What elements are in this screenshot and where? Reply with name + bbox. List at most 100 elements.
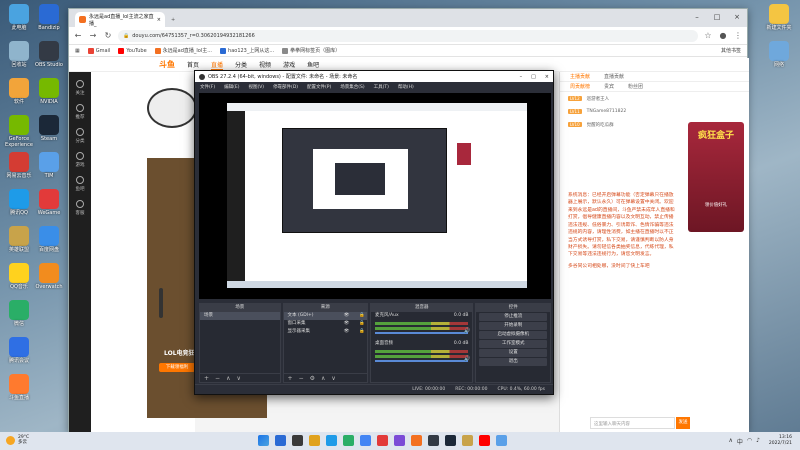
obs-menu-item[interactable]: 工具(T) <box>374 84 389 90</box>
control-button[interactable]: 启动虚拟摄像机 <box>479 331 547 339</box>
close-window-icon[interactable]: × <box>727 9 747 25</box>
taskbar-app-icon[interactable] <box>377 435 388 446</box>
source-down-icon[interactable]: ∨ <box>331 375 335 382</box>
obs-menu-item[interactable]: 文件(F) <box>200 84 215 90</box>
add-scene-icon[interactable]: + <box>204 375 209 382</box>
source-item[interactable]: 窗口采集 🔒 👁 <box>284 320 368 328</box>
taskbar-app-icon[interactable] <box>462 435 473 446</box>
star-icon[interactable]: ☆ <box>703 31 713 40</box>
speaker-icon[interactable]: ♪ <box>756 437 760 446</box>
taskbar-app-icon[interactable] <box>411 435 422 446</box>
profile-avatar-icon[interactable]: ● <box>718 31 728 40</box>
desktop-icon[interactable]: TIM <box>32 152 66 180</box>
visibility-eye-icon[interactable]: 👁 <box>344 312 350 320</box>
right-subtab[interactable]: 周贡献榜 <box>570 83 590 90</box>
bookmark-item[interactable]: Gmail <box>87 47 110 54</box>
desktop-icon[interactable]: 英雄联盟 <box>2 226 36 254</box>
obs-preview[interactable] <box>199 93 551 299</box>
move-up-icon[interactable]: ∧ <box>226 375 230 382</box>
taskbar-app-icon[interactable] <box>428 435 439 446</box>
obs-menu-item[interactable]: 编辑(E) <box>224 84 239 90</box>
desktop-icon[interactable]: 微信 <box>2 300 36 328</box>
lock-icon[interactable]: 🔒 <box>359 312 365 320</box>
taskbar-app-icon[interactable] <box>292 435 303 446</box>
desktop-icon[interactable]: 网易云音乐 <box>2 152 36 180</box>
taskbar-app-icon[interactable] <box>309 435 320 446</box>
desktop-icon[interactable]: 百度网盘 <box>32 226 66 254</box>
rail-item[interactable]: 游戏 <box>69 152 91 168</box>
desktop-icon[interactable]: WeGame <box>32 189 66 217</box>
desktop-icon[interactable]: 软件 <box>2 78 36 106</box>
rail-item[interactable]: 推荐 <box>69 104 91 120</box>
right-subtab[interactable]: 贵宾 <box>604 83 614 90</box>
desktop-icon[interactable]: QQ音乐 <box>2 263 36 291</box>
desktop-icon[interactable]: 腾讯QQ <box>2 189 36 217</box>
site-nav-item[interactable]: 直播 <box>211 60 224 70</box>
add-source-icon[interactable]: + <box>288 375 293 382</box>
download-welfare-button[interactable]: 下载领福利 <box>159 363 195 372</box>
taskbar-app-icon[interactable] <box>360 435 371 446</box>
obs-menu-item[interactable]: 视图(V) <box>248 84 264 90</box>
clock[interactable]: 13:16 2022/7/21 <box>769 435 792 447</box>
desktop-icon[interactable]: 网络 <box>762 41 796 69</box>
visibility-eye-icon[interactable]: 👁 <box>344 328 350 336</box>
lock-icon[interactable]: 🔒 <box>359 328 365 336</box>
site-nav-item[interactable]: 首页 <box>187 60 199 69</box>
control-button[interactable]: 设置 <box>479 349 547 357</box>
weather-widget[interactable]: 29°C 多云 <box>6 435 29 446</box>
taskbar-app-icon[interactable] <box>275 435 286 446</box>
control-button[interactable]: 工作室模式 <box>479 340 547 348</box>
send-button[interactable]: 发送 <box>676 417 690 429</box>
minimize-icon[interactable]: – <box>687 9 707 25</box>
rail-item[interactable]: 鱼吧 <box>69 176 91 192</box>
apps-grid-icon[interactable]: ▦ <box>75 48 80 54</box>
wifi-icon[interactable]: ◠ <box>747 437 752 446</box>
control-button[interactable]: 停止推流 <box>479 313 547 321</box>
windows-start-icon[interactable] <box>258 435 269 446</box>
obs-menu-item[interactable]: 场景集合(S) <box>340 84 364 90</box>
forward-arrow-icon[interactable]: → <box>88 31 98 40</box>
desktop-icon[interactable]: GeForce Experience <box>2 115 36 148</box>
menu-kebab-icon[interactable]: ⋮ <box>733 31 743 40</box>
remove-source-icon[interactable]: − <box>299 375 304 382</box>
right-subtab[interactable]: 粉丝团 <box>628 83 643 90</box>
volume-slider[interactable]: 🔊 <box>375 356 470 362</box>
tab-close-icon[interactable]: × <box>157 17 161 23</box>
obs-maximize-icon[interactable]: □ <box>531 74 536 80</box>
site-nav-item[interactable]: 分类 <box>235 60 247 69</box>
obs-menu-item[interactable]: 配置文件(P) <box>307 84 331 90</box>
source-item[interactable]: 显示器采集 🔒 👁 <box>284 328 368 336</box>
obs-minimize-icon[interactable]: – <box>520 74 523 80</box>
source-item[interactable]: 文本 (GDI+) 🔒 👁 <box>283 312 368 320</box>
other-bookmarks[interactable]: 其他书签 <box>721 47 741 54</box>
ime-indicator[interactable]: 中 <box>737 437 743 446</box>
back-arrow-icon[interactable]: ← <box>73 31 83 40</box>
rail-item[interactable]: 分类 <box>69 128 91 144</box>
rail-item[interactable]: 客服 <box>69 200 91 216</box>
right-tab[interactable]: 直播贡献 <box>604 73 624 80</box>
douyu-logo[interactable]: 斗鱼 <box>159 59 175 70</box>
taskbar-app-icon[interactable] <box>445 435 456 446</box>
speaker-mute-icon[interactable]: 🔊 <box>464 328 470 334</box>
anchor-avatar[interactable] <box>147 88 197 128</box>
browser-tab[interactable]: 永远是ad直播_lol主流之家直播_ × <box>75 12 165 27</box>
bookmark-item[interactable]: 拳拳网标签页（图库） <box>282 47 340 54</box>
control-button[interactable]: 退出 <box>479 358 547 366</box>
new-tab-button[interactable]: + <box>167 12 197 27</box>
maximize-icon[interactable]: □ <box>707 9 727 25</box>
desktop-icon[interactable]: Bandizip <box>32 4 66 32</box>
taskbar-app-icon[interactable] <box>479 435 490 446</box>
lock-icon[interactable]: 🔒 <box>359 320 365 328</box>
speaker-mute-icon[interactable]: 🔊 <box>464 356 470 362</box>
reload-icon[interactable]: ↻ <box>103 31 113 40</box>
visibility-eye-icon[interactable]: 👁 <box>344 320 350 328</box>
obs-menu-item[interactable]: 停靠部件(D) <box>273 84 298 90</box>
volume-slider[interactable]: 🔊 <box>375 328 470 334</box>
taskbar-app-icon[interactable] <box>496 435 507 446</box>
source-up-icon[interactable]: ∧ <box>321 375 325 382</box>
desktop-icon[interactable]: 此电脑 <box>2 4 36 32</box>
remove-scene-icon[interactable]: − <box>215 375 220 382</box>
right-tab[interactable]: 主播贡献 <box>570 73 590 80</box>
desktop-icon[interactable]: 回收站 <box>2 41 36 69</box>
desktop-icon[interactable]: OBS Studio <box>32 41 66 69</box>
